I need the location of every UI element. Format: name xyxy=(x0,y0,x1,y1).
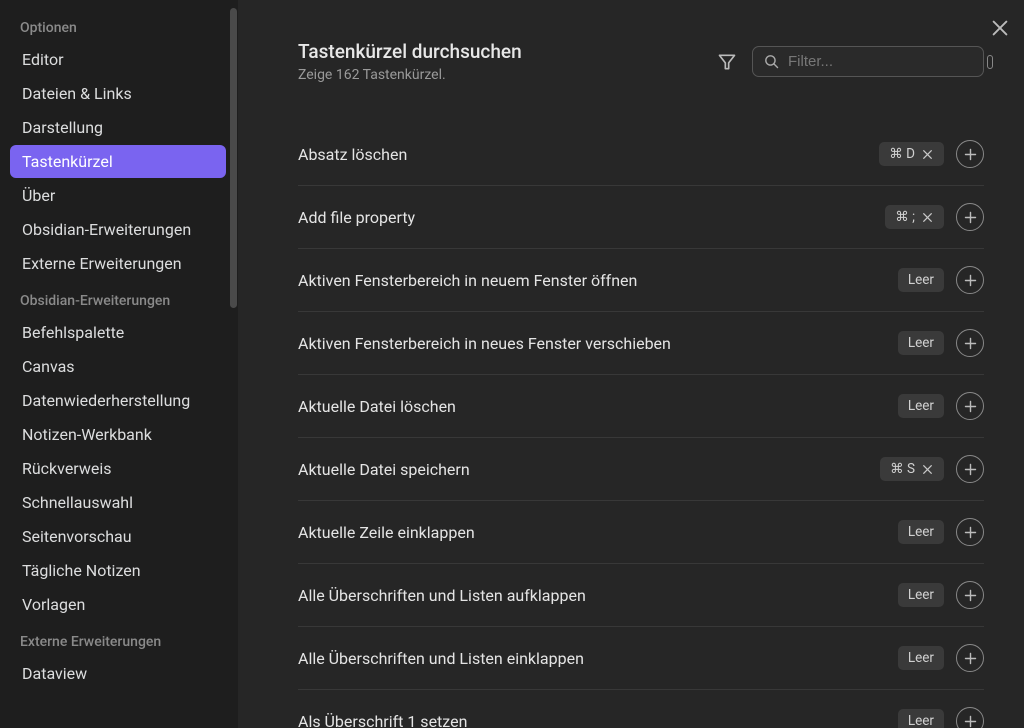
add-hotkey-button[interactable] xyxy=(956,644,984,672)
clear-hotkey-icon[interactable] xyxy=(921,463,934,476)
add-hotkey-button[interactable] xyxy=(956,140,984,168)
sidebar-item[interactable]: Tastenkürzel xyxy=(10,145,226,178)
hotkey-empty-text: Leer xyxy=(908,398,934,414)
sidebar-item[interactable]: Externe Erweiterungen xyxy=(10,247,226,280)
hotkey-empty-badge[interactable]: Leer xyxy=(898,709,944,728)
hotkey-row: Als Überschrift 1 setzen Leer xyxy=(298,690,984,728)
sidebar-item[interactable]: Editor xyxy=(10,43,226,76)
page-title: Tastenkürzel durchsuchen xyxy=(298,40,716,63)
hotkey-row: Aktuelle Datei speichern ⌘ S xyxy=(298,438,984,501)
sidebar-item[interactable]: Darstellung xyxy=(10,111,226,144)
add-hotkey-button[interactable] xyxy=(956,203,984,231)
hotkey-row: Absatz löschen ⌘ D xyxy=(298,123,984,186)
hotkey-label: Aktuelle Datei speichern xyxy=(298,460,880,479)
hotkey-label: Alle Überschriften und Listen aufklappen xyxy=(298,586,898,605)
sidebar-item[interactable]: Canvas xyxy=(10,350,226,383)
sidebar-item[interactable]: Befehlspalette xyxy=(10,316,226,349)
hotkey-label: Aktiven Fensterbereich in neues Fenster … xyxy=(298,334,898,353)
add-hotkey-button[interactable] xyxy=(956,329,984,357)
scrollbar-thumb[interactable] xyxy=(230,8,237,308)
hotkey-keys-text: ⌘ D xyxy=(889,146,915,162)
hotkey-empty-text: Leer xyxy=(908,524,934,540)
add-hotkey-button[interactable] xyxy=(956,266,984,294)
keyboard-icon[interactable] xyxy=(987,55,993,69)
hotkey-empty-badge[interactable]: Leer xyxy=(898,331,944,355)
hotkey-empty-badge[interactable]: Leer xyxy=(898,268,944,292)
hotkey-empty-text: Leer xyxy=(908,587,934,603)
hotkey-empty-badge[interactable]: Leer xyxy=(898,394,944,418)
sidebar-item[interactable]: Obsidian-Erweiterungen xyxy=(10,213,226,246)
hotkey-keys-text: ⌘ ; xyxy=(895,209,915,225)
sidebar-item[interactable]: Vorlagen xyxy=(10,588,226,621)
sidebar-item[interactable]: Dateien & Links xyxy=(10,77,226,110)
sidebar-item[interactable]: Tägliche Notizen xyxy=(10,554,226,587)
hotkey-keys-text: ⌘ S xyxy=(890,461,915,477)
hotkey-row: Add file property ⌘ ; xyxy=(298,186,984,249)
sidebar-item[interactable]: Notizen-Werkbank xyxy=(10,418,226,451)
sidebar-section-header: Externe Erweiterungen xyxy=(10,622,226,656)
search-box[interactable] xyxy=(752,46,984,77)
settings-main-pane: Tastenkürzel durchsuchen Zeige 162 Taste… xyxy=(238,0,1024,728)
hotkey-empty-text: Leer xyxy=(908,650,934,666)
hotkey-keys-badge[interactable]: ⌘ ; xyxy=(885,205,944,229)
hotkey-empty-text: Leer xyxy=(908,272,934,288)
hotkey-label: Alle Überschriften und Listen einklappen xyxy=(298,649,898,668)
hotkey-row: Aktuelle Datei löschen Leer xyxy=(298,375,984,438)
search-input[interactable] xyxy=(788,53,987,70)
search-icon xyxy=(763,53,780,70)
hotkey-label: Add file property xyxy=(298,208,885,227)
hotkey-row: Alle Überschriften und Listen einklappen… xyxy=(298,627,984,690)
add-hotkey-button[interactable] xyxy=(956,518,984,546)
hotkey-empty-badge[interactable]: Leer xyxy=(898,646,944,670)
hotkey-label: Aktuelle Datei löschen xyxy=(298,397,898,416)
clear-hotkey-icon[interactable] xyxy=(921,211,934,224)
sidebar-section-header: Obsidian-Erweiterungen xyxy=(10,281,226,315)
clear-hotkey-icon[interactable] xyxy=(921,148,934,161)
hotkey-label: Aktuelle Zeile einklappen xyxy=(298,523,898,542)
sidebar-section-header: Optionen xyxy=(10,8,226,42)
sidebar-item[interactable]: Über xyxy=(10,179,226,212)
hotkey-list: Absatz löschen ⌘ D Add file property ⌘ ; Akt… xyxy=(298,123,984,728)
hotkey-row: Aktuelle Zeile einklappen Leer xyxy=(298,501,984,564)
hotkey-empty-text: Leer xyxy=(908,713,934,728)
hotkey-keys-badge[interactable]: ⌘ S xyxy=(880,457,944,481)
sidebar-item[interactable]: Seitenvorschau xyxy=(10,520,226,553)
add-hotkey-button[interactable] xyxy=(956,392,984,420)
sidebar-item[interactable]: Datenwiederherstellung xyxy=(10,384,226,417)
hotkey-keys-badge[interactable]: ⌘ D xyxy=(879,142,944,166)
hotkey-label: Aktiven Fensterbereich in neuem Fenster … xyxy=(298,271,898,290)
close-button[interactable] xyxy=(986,14,1014,42)
add-hotkey-button[interactable] xyxy=(956,707,984,728)
sidebar-item[interactable]: Dataview xyxy=(10,657,226,690)
filter-icon[interactable] xyxy=(716,51,738,73)
hotkey-label: Als Überschrift 1 setzen xyxy=(298,712,898,728)
hotkey-row: Aktiven Fensterbereich in neues Fenster … xyxy=(298,312,984,375)
hotkey-empty-badge[interactable]: Leer xyxy=(898,583,944,607)
add-hotkey-button[interactable] xyxy=(956,581,984,609)
sidebar-item[interactable]: Schnellauswahl xyxy=(10,486,226,519)
hotkey-row: Aktiven Fensterbereich in neuem Fenster … xyxy=(298,249,984,312)
sidebar-item[interactable]: Rückverweis xyxy=(10,452,226,485)
hotkey-row: Alle Überschriften und Listen aufklappen… xyxy=(298,564,984,627)
hotkey-empty-text: Leer xyxy=(908,335,934,351)
settings-sidebar: OptionenEditorDateien & LinksDarstellung… xyxy=(0,0,238,728)
hotkey-label: Absatz löschen xyxy=(298,145,879,164)
add-hotkey-button[interactable] xyxy=(956,455,984,483)
page-subtitle: Zeige 162 Tastenkürzel. xyxy=(298,67,716,83)
hotkey-empty-badge[interactable]: Leer xyxy=(898,520,944,544)
